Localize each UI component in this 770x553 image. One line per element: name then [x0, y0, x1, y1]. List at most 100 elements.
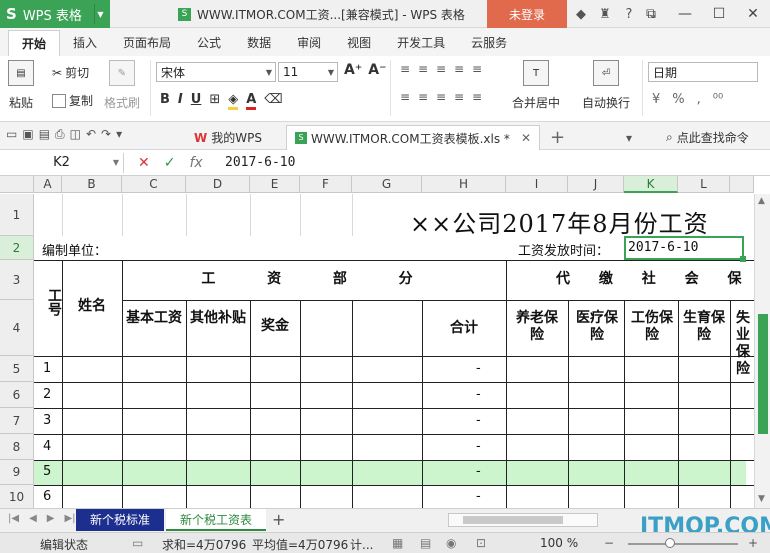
employee-id-cell[interactable]: 2 [43, 387, 51, 402]
sheet-tab-tax-standard[interactable]: 新个税标准 [76, 509, 165, 531]
cut-button[interactable]: ✂ 剪切 [52, 64, 89, 81]
number-format-select[interactable]: 日期 [648, 62, 758, 82]
header-bonus[interactable]: 奖金 [250, 318, 300, 335]
first-sheet-icon[interactable]: |◀ [8, 513, 19, 524]
function-icon[interactable]: fx [189, 153, 202, 173]
font-name-select[interactable]: 宋体 ▼ [156, 62, 276, 82]
add-sheet-button[interactable]: + [272, 510, 285, 529]
column-header-k[interactable]: K [624, 176, 678, 193]
zoom-slider[interactable] [628, 543, 738, 545]
zoom-out-icon[interactable]: − [604, 536, 614, 550]
normal-view-icon[interactable]: ▦ [392, 536, 403, 550]
tab-document[interactable]: S WWW.ITMOR.COM工资表模板.xls * ✕ [286, 125, 540, 150]
open-icon[interactable]: ▭ [6, 127, 17, 142]
scrollbar-thumb[interactable] [758, 314, 768, 434]
column-header-l[interactable]: L [678, 176, 730, 193]
name-box[interactable]: K2 ▼ [0, 153, 124, 173]
align-bottom-icon[interactable]: ≡ [432, 62, 450, 76]
row-header-8[interactable]: 8 [0, 434, 34, 460]
spreadsheet-grid[interactable]: A B C D E F G H I J K L 1 2 3 4 5 6 7 8 … [0, 176, 770, 508]
select-all-corner[interactable] [0, 176, 34, 193]
row-header-1[interactable]: 1 [0, 194, 34, 236]
eye-icon[interactable]: ◉ [446, 536, 456, 550]
total-cell[interactable]: - [476, 413, 481, 428]
employee-id-cell[interactable]: 3 [43, 413, 51, 428]
sum-status[interactable]: 求和=4万0796 [162, 536, 246, 553]
minimize-icon[interactable]: — [668, 0, 702, 28]
column-header-j[interactable]: J [568, 176, 624, 193]
tab-home[interactable]: 开始 [8, 30, 61, 56]
header-base-wage[interactable]: 基本工资 [126, 310, 182, 327]
horizontal-scrollbar[interactable] [448, 513, 598, 527]
undo-icon[interactable]: ↶ [86, 127, 96, 142]
cancel-icon[interactable]: ✕ [138, 153, 150, 173]
row-header-4[interactable]: 4 [0, 300, 34, 356]
tab-page-layout[interactable]: 页面布局 [110, 30, 184, 56]
tab-insert[interactable]: 插入 [60, 30, 110, 56]
new-tab-button[interactable]: + [542, 125, 573, 150]
next-sheet-icon[interactable]: ▶ [47, 513, 55, 524]
login-button[interactable]: 未登录 [487, 0, 567, 28]
sheet-tab-tax-payroll[interactable]: 新个税工资表 [166, 509, 267, 531]
header-total[interactable]: 合计 [422, 320, 506, 337]
tab-my-wps[interactable]: W 我的WPS [186, 125, 270, 150]
zoom-slider-knob[interactable] [665, 538, 675, 548]
scroll-up-icon[interactable]: ▲ [758, 196, 765, 206]
header-injury[interactable]: 工伤保险 [630, 310, 674, 344]
last-sheet-icon[interactable]: ▶| [64, 513, 75, 524]
column-header-b[interactable]: B [62, 176, 122, 193]
vertical-scrollbar[interactable]: ▲ ▼ [754, 194, 770, 508]
status-icon[interactable]: ▭ [132, 536, 143, 550]
format-painter-button[interactable]: ✎ 格式刷 [104, 60, 140, 111]
copy-button[interactable]: 复制 [52, 92, 93, 109]
zoom-level[interactable]: 100 % [540, 536, 578, 550]
employee-id-cell[interactable]: 5 [43, 464, 51, 479]
skin-icon[interactable]: ◆ [572, 4, 590, 24]
distribute-icon[interactable]: ≡ [468, 90, 486, 104]
increase-decimal-icon[interactable]: ⁰⁰ [713, 92, 723, 107]
underline-button[interactable]: U [191, 92, 202, 110]
column-header-f[interactable]: F [300, 176, 352, 193]
wrap-icon[interactable]: ≡ [450, 62, 468, 76]
header-unemployment[interactable]: 失业保险 [736, 310, 754, 378]
employee-id-cell[interactable]: 4 [43, 439, 51, 454]
comma-icon[interactable]: , [697, 92, 701, 107]
italic-button[interactable]: I [178, 92, 183, 110]
total-cell[interactable]: - [476, 439, 481, 454]
row-header-2[interactable]: 2 [0, 236, 34, 260]
tab-list-icon[interactable]: ▾ [618, 125, 640, 150]
column-header-m[interactable] [730, 176, 754, 193]
header-maternity[interactable]: 生育保险 [682, 310, 726, 344]
unit-label[interactable]: 编制单位： [42, 240, 107, 259]
scroll-down-icon[interactable]: ▼ [758, 494, 765, 504]
more-icon[interactable]: ▾ [116, 127, 122, 142]
bold-button[interactable]: B [160, 92, 170, 110]
confirm-icon[interactable]: ✓ [164, 153, 176, 173]
formula-input[interactable]: 2017-6-10 [225, 153, 295, 173]
redo-icon[interactable]: ↷ [101, 127, 111, 142]
shirt-icon[interactable]: ♜ [596, 4, 614, 24]
align-middle-icon[interactable]: ≡ [414, 62, 432, 76]
active-cell-selection[interactable] [624, 236, 744, 260]
row-header-5[interactable]: 5 [0, 356, 34, 382]
total-cell[interactable]: - [476, 464, 481, 479]
tab-view[interactable]: 视图 [334, 30, 384, 56]
align-left-icon[interactable]: ≡ [396, 90, 414, 104]
tab-cloud[interactable]: 云服务 [458, 30, 520, 56]
paste-button[interactable]: ▤ 粘贴 [8, 60, 34, 111]
prev-sheet-icon[interactable]: ◀ [29, 513, 37, 524]
fill-handle[interactable] [740, 256, 746, 262]
total-cell[interactable]: - [476, 361, 481, 376]
currency-icon[interactable]: ¥ [652, 92, 660, 107]
column-header-g[interactable]: G [352, 176, 422, 193]
tab-developer[interactable]: 开发工具 [384, 30, 458, 56]
percent-icon[interactable]: % [672, 92, 684, 107]
align-right-icon[interactable]: ≡ [432, 90, 450, 104]
restore-icon[interactable]: ⧉ [634, 0, 668, 28]
tab-formulas[interactable]: 公式 [184, 30, 234, 56]
column-header-d[interactable]: D [186, 176, 250, 193]
count-status[interactable]: 计... [350, 536, 373, 553]
total-cell[interactable]: - [476, 489, 481, 504]
close-icon[interactable]: ✕ [736, 0, 770, 28]
font-size-select[interactable]: 11 ▼ [278, 62, 338, 82]
